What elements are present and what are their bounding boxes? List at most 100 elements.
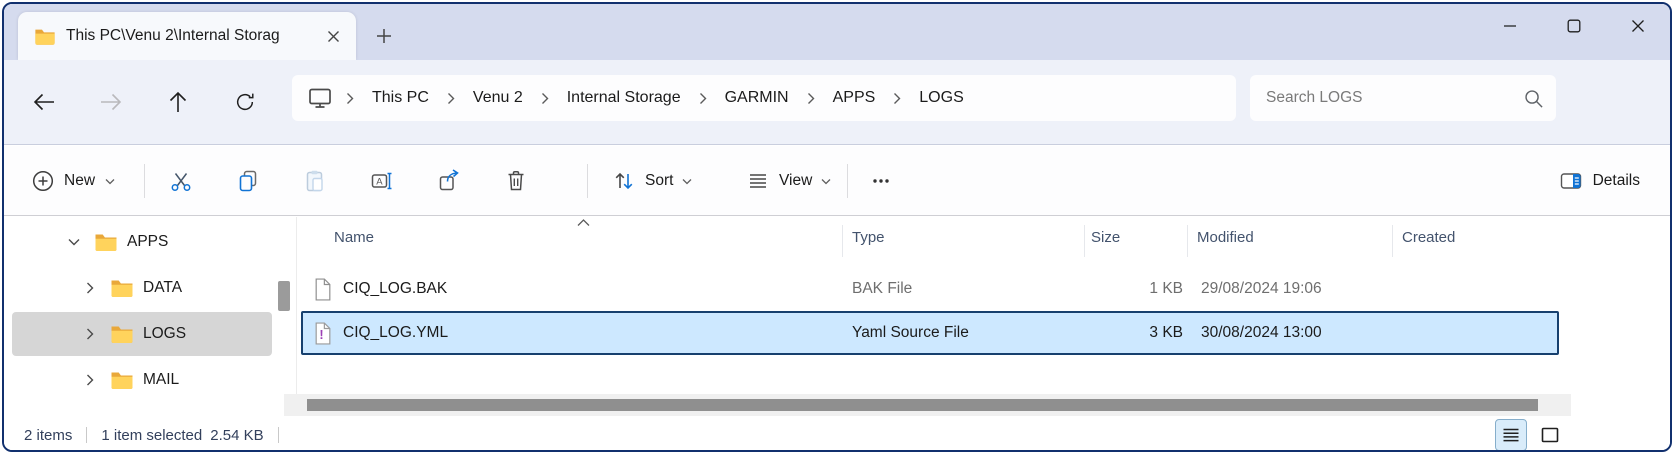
details-pane-button[interactable]: Details bbox=[1547, 159, 1652, 203]
breadcrumb-chevron-icon bbox=[807, 92, 815, 105]
search-box bbox=[1250, 75, 1556, 121]
more-options-button[interactable] bbox=[859, 159, 903, 203]
window-controls bbox=[1478, 4, 1670, 48]
yml-file-icon: ! bbox=[313, 313, 333, 353]
sidebar-scrollbar-thumb[interactable] bbox=[278, 281, 290, 311]
delete-button[interactable] bbox=[494, 159, 538, 203]
column-divider[interactable] bbox=[1084, 225, 1085, 257]
column-header-size[interactable]: Size bbox=[1091, 217, 1120, 257]
column-header-name-type[interactable]: Type bbox=[852, 217, 885, 257]
file-icon bbox=[313, 267, 333, 311]
tree-item-label: DATA bbox=[143, 279, 182, 297]
file-modified: 30/08/2024 13:00 bbox=[1201, 313, 1322, 353]
horizontal-scrollbar-thumb[interactable] bbox=[307, 399, 1538, 411]
details-pane-icon bbox=[1559, 169, 1583, 193]
status-divider bbox=[278, 427, 279, 443]
breadcrumb-chevron-icon bbox=[346, 92, 354, 105]
rename-button[interactable]: A bbox=[360, 159, 404, 203]
address-bar[interactable]: This PC Venu 2 Internal Storage GARMIN A… bbox=[292, 75, 1236, 121]
breadcrumb-logs[interactable]: LOGS bbox=[915, 80, 967, 116]
file-row-ciq-log-yml[interactable]: ! CIQ_LOG.YML Yaml Source File 3 KB 30/0… bbox=[301, 311, 1559, 355]
tree-item-label: APPS bbox=[127, 233, 168, 251]
breadcrumb-venu-2[interactable]: Venu 2 bbox=[469, 80, 527, 116]
selection-size: 2.54 KB bbox=[210, 427, 263, 444]
back-icon[interactable] bbox=[22, 80, 66, 124]
tree-item-apps[interactable]: APPS bbox=[12, 220, 272, 264]
column-divider[interactable] bbox=[1187, 225, 1188, 257]
close-button[interactable] bbox=[1606, 4, 1670, 48]
file-explorer-window: This PC\Venu 2\Internal Storag bbox=[2, 2, 1672, 452]
breadcrumb-chevron-icon bbox=[541, 92, 549, 105]
column-divider[interactable] bbox=[842, 225, 843, 257]
column-header-modified[interactable]: Modified bbox=[1197, 217, 1254, 257]
svg-text:!: ! bbox=[319, 326, 323, 341]
column-divider[interactable] bbox=[1392, 225, 1393, 257]
search-icon[interactable] bbox=[1523, 88, 1544, 109]
maximize-button[interactable] bbox=[1542, 4, 1606, 48]
breadcrumb-internal-storage[interactable]: Internal Storage bbox=[563, 80, 685, 116]
copy-button[interactable] bbox=[226, 159, 270, 203]
folder-icon bbox=[34, 27, 56, 46]
folder-icon bbox=[94, 232, 118, 252]
folder-icon bbox=[110, 278, 134, 298]
view-button-label: View bbox=[779, 172, 812, 190]
chevron-expanded-icon[interactable] bbox=[66, 238, 82, 246]
command-bar: New A bbox=[4, 146, 1670, 216]
chevron-collapsed-icon[interactable] bbox=[82, 374, 98, 386]
tab-title: This PC\Venu 2\Internal Storag bbox=[66, 27, 314, 45]
tree-item-mail[interactable]: MAIL bbox=[12, 358, 272, 402]
tab-close-icon[interactable] bbox=[320, 23, 346, 49]
new-tab-button[interactable] bbox=[370, 22, 398, 50]
selection-count: 1 item selected bbox=[101, 427, 202, 444]
sort-button-label: Sort bbox=[645, 172, 673, 190]
details-button-label: Details bbox=[1593, 172, 1640, 190]
search-input[interactable] bbox=[1266, 89, 1523, 107]
file-modified: 29/08/2024 19:06 bbox=[1201, 267, 1322, 311]
file-type: Yaml Source File bbox=[852, 313, 969, 353]
details-view-toggle[interactable] bbox=[1495, 419, 1527, 451]
new-button[interactable]: New bbox=[20, 159, 127, 203]
tree-item-label: MAIL bbox=[143, 371, 179, 389]
file-list: Name Type Size Modified Created CIQ_LOG.… bbox=[297, 217, 1571, 394]
breadcrumb-apps[interactable]: APPS bbox=[829, 80, 880, 116]
horizontal-scrollbar[interactable] bbox=[284, 394, 1571, 416]
chevron-collapsed-icon[interactable] bbox=[82, 328, 98, 340]
breadcrumb-garmin[interactable]: GARMIN bbox=[721, 80, 793, 116]
minimize-button[interactable] bbox=[1478, 4, 1542, 48]
forward-icon[interactable] bbox=[89, 80, 133, 124]
file-type: BAK File bbox=[852, 267, 912, 311]
refresh-icon[interactable] bbox=[223, 80, 267, 124]
view-list-icon bbox=[746, 169, 770, 193]
up-icon[interactable] bbox=[156, 80, 200, 124]
tree-item-label: LOGS bbox=[143, 325, 186, 343]
status-bar: 2 items 1 item selected 2.54 KB bbox=[4, 416, 1670, 452]
tree-item-logs[interactable]: LOGS bbox=[12, 312, 272, 356]
file-size: 1 KB bbox=[1081, 267, 1183, 311]
share-button[interactable] bbox=[427, 159, 471, 203]
breadcrumb-chevron-icon bbox=[447, 92, 455, 105]
file-row-ciq-log-bak[interactable]: CIQ_LOG.BAK BAK File 1 KB 29/08/2024 19:… bbox=[301, 267, 1559, 311]
sort-icon bbox=[612, 169, 636, 193]
chevron-down-icon bbox=[682, 178, 692, 185]
column-header-created[interactable]: Created bbox=[1402, 217, 1455, 257]
navigation-tree: APPS DATA LOGS bbox=[4, 217, 296, 416]
breadcrumb-chevron-icon bbox=[893, 92, 901, 105]
column-header-name[interactable]: Name bbox=[334, 217, 374, 257]
file-name: CIQ_LOG.BAK bbox=[343, 267, 447, 311]
sort-button[interactable]: Sort bbox=[600, 159, 704, 203]
this-pc-icon bbox=[308, 87, 332, 109]
explorer-tab[interactable]: This PC\Venu 2\Internal Storag bbox=[18, 12, 356, 60]
cut-button[interactable] bbox=[159, 159, 203, 203]
paste-button[interactable] bbox=[293, 159, 337, 203]
file-size: 3 KB bbox=[1081, 313, 1183, 353]
icons-view-toggle[interactable] bbox=[1534, 419, 1566, 451]
chevron-collapsed-icon[interactable] bbox=[82, 282, 98, 294]
folder-icon bbox=[110, 370, 134, 390]
items-count: 2 items bbox=[24, 427, 72, 444]
svg-text:A: A bbox=[376, 177, 383, 188]
new-button-label: New bbox=[64, 172, 95, 190]
plus-circle-icon bbox=[32, 170, 54, 192]
breadcrumb-this-pc[interactable]: This PC bbox=[368, 80, 433, 116]
tree-item-data[interactable]: DATA bbox=[12, 266, 272, 310]
view-button[interactable]: View bbox=[734, 159, 843, 203]
